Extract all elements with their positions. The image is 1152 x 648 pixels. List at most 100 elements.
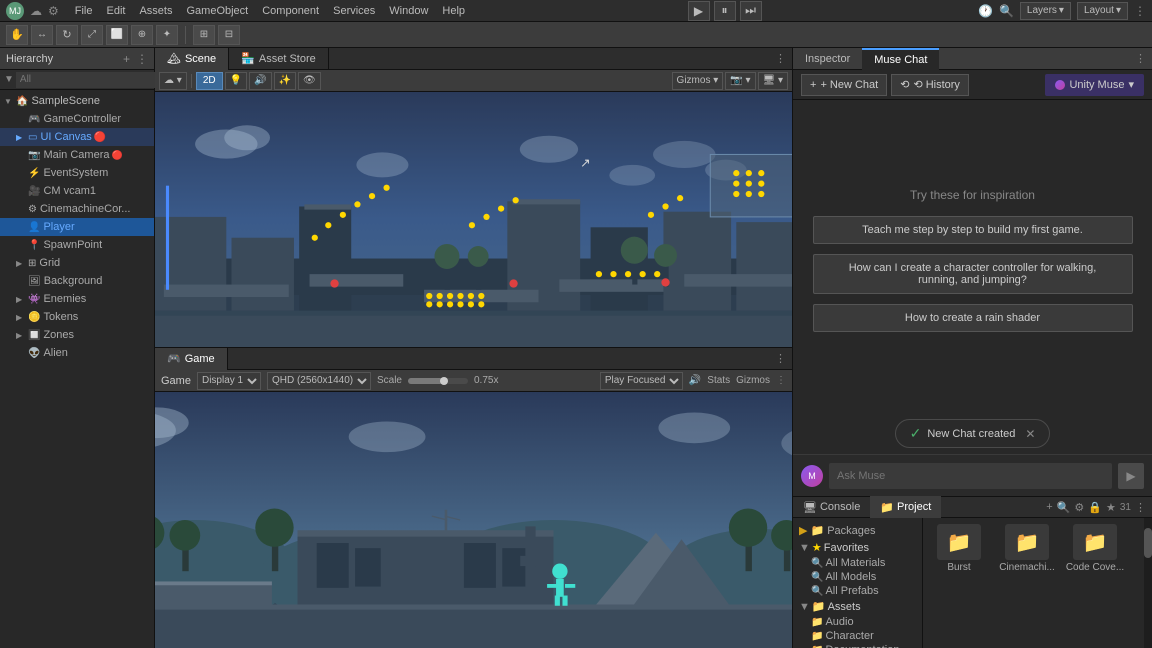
unity-muse-button[interactable]: Unity Muse ▾: [1045, 74, 1144, 96]
suggestion-3-button[interactable]: How to create a rain shader: [813, 304, 1133, 332]
search-icon[interactable]: 🔍: [999, 4, 1014, 18]
play-button[interactable]: ▶: [688, 1, 710, 21]
layout-dropdown[interactable]: Layout▾: [1077, 2, 1128, 20]
menu-item-component[interactable]: Component: [256, 5, 325, 17]
tree-item-zones[interactable]: ▶ 🔲 Zones: [0, 326, 154, 344]
tree-item-samplescene[interactable]: ▼ 🏠 SampleScene: [0, 92, 154, 110]
console-star-icon[interactable]: ★: [1106, 501, 1116, 514]
grid-tool[interactable]: ⊟: [218, 25, 240, 45]
stats-btn[interactable]: Stats: [707, 375, 730, 386]
tab-scene[interactable]: 🏔 Scene: [155, 48, 229, 70]
console-search-icon[interactable]: 🔍: [1057, 501, 1071, 514]
tree-item-cinemachine[interactable]: ⚙ CinemachineCor...: [0, 200, 154, 218]
game-more-icon[interactable]: ⋮: [775, 353, 786, 365]
tab-inspector[interactable]: Inspector: [793, 48, 862, 70]
scene-aspect-btn[interactable]: 🖥 ▾: [758, 72, 789, 90]
tree-item-spawnpoint[interactable]: 📍 SpawnPoint: [0, 236, 154, 254]
menu-item-file[interactable]: File: [69, 5, 99, 17]
tree-item-player[interactable]: 👤 Player: [0, 218, 154, 236]
menu-item-edit[interactable]: Edit: [101, 5, 132, 17]
menu-item-assets[interactable]: Assets: [133, 5, 178, 17]
play-mode-select[interactable]: Play Focused: [600, 372, 683, 390]
hierarchy-more-icon[interactable]: ⋮: [136, 52, 148, 66]
scene-sky-btn[interactable]: ☁ ▾: [159, 72, 187, 90]
asset-item-codecoverage[interactable]: 📁 Code Cove...: [1065, 524, 1125, 573]
step-button[interactable]: ⏭: [740, 1, 762, 21]
scene-hidden-btn[interactable]: 👁: [298, 72, 321, 90]
asset-item-cinemachine[interactable]: 📁 Cinemachi...: [997, 524, 1057, 573]
scene-effects-btn[interactable]: ✨: [274, 72, 296, 90]
scale-tool[interactable]: ⤢: [81, 25, 103, 45]
console-add-icon[interactable]: +: [1046, 501, 1052, 513]
menu-item-window[interactable]: Window: [383, 5, 434, 17]
scene-gizmos-btn[interactable]: Gizmos ▾: [672, 72, 724, 90]
right-panel-more-icon[interactable]: ⋮: [1135, 53, 1146, 65]
pause-button[interactable]: ⏸: [714, 1, 736, 21]
chat-input[interactable]: [829, 463, 1112, 489]
console-more-icon[interactable]: ⋮: [1135, 501, 1146, 514]
avatar[interactable]: MJ: [6, 2, 24, 20]
project-scrollbar[interactable]: [1144, 518, 1152, 648]
move-tool[interactable]: ↔: [31, 25, 53, 45]
scene-light-btn[interactable]: 💡: [225, 72, 247, 90]
scene-viewport[interactable]: ↗: [155, 92, 792, 347]
2d-btn[interactable]: 2D: [196, 72, 223, 90]
hierarchy-add-icon[interactable]: +: [123, 52, 130, 66]
rect-tool[interactable]: ⬜: [106, 25, 128, 45]
toast-close-icon[interactable]: ✕: [1025, 427, 1035, 441]
scene-audio-btn[interactable]: 🔊: [249, 72, 271, 90]
tree-item-tokens[interactable]: ▶ 🪙 Tokens: [0, 308, 154, 326]
settings-icon[interactable]: ⚙: [48, 4, 59, 18]
tab-asset-store[interactable]: 🏪 Asset Store: [229, 48, 329, 70]
tab-game[interactable]: 🎮 Game: [155, 348, 228, 370]
tree-item-eventsystem[interactable]: ⚡ EventSystem: [0, 164, 154, 182]
layers-dropdown[interactable]: Layers▾: [1020, 2, 1071, 20]
transform-tool[interactable]: ⊕: [131, 25, 153, 45]
snap-tool[interactable]: ⊞: [193, 25, 215, 45]
asset-character[interactable]: 📁 Character: [795, 629, 920, 643]
menu-item-help[interactable]: Help: [436, 5, 471, 17]
mute-icon[interactable]: 🔊: [689, 375, 701, 386]
hierarchy-search-input[interactable]: [16, 72, 156, 88]
hand-tool[interactable]: ✋: [6, 25, 28, 45]
console-lock-icon[interactable]: 🔒: [1088, 501, 1102, 514]
fav-all-models[interactable]: 🔍 All Models: [795, 570, 920, 584]
tree-item-cmvcam1[interactable]: 🎥 CM vcam1: [0, 182, 154, 200]
tab-muse-chat[interactable]: Muse Chat: [862, 48, 939, 70]
menu-item-gameobject[interactable]: GameObject: [180, 5, 254, 17]
tree-item-gamecontroller[interactable]: 🎮 GameController: [0, 110, 154, 128]
rotate-tool[interactable]: ↻: [56, 25, 78, 45]
asset-documentation[interactable]: 📁 Documentation: [795, 643, 920, 648]
suggestion-2-button[interactable]: How can I create a character controller …: [813, 254, 1133, 294]
asset-item-burst[interactable]: 📁 Burst: [929, 524, 989, 573]
tree-item-maincamera[interactable]: 📷 Main Camera 🔴: [0, 146, 154, 164]
asset-audio[interactable]: 📁 Audio: [795, 615, 920, 629]
send-button[interactable]: ▶: [1118, 463, 1144, 489]
tree-item-uicanvas[interactable]: ▶ ▭ UI Canvas 🔴: [0, 128, 154, 146]
fav-all-materials[interactable]: 🔍 All Materials: [795, 556, 920, 570]
tree-item-grid[interactable]: ▶ ⊞ Grid: [0, 254, 154, 272]
history-button[interactable]: ⟲ ⟲ History: [891, 74, 969, 96]
tree-item-enemies[interactable]: ▶ 👾 Enemies: [0, 290, 154, 308]
scene-camera-btn[interactable]: 📷 ▾: [725, 72, 755, 90]
suggestion-1-button[interactable]: Teach me step by step to build my first …: [813, 216, 1133, 244]
game-viewport[interactable]: [155, 392, 792, 648]
menu-item-services[interactable]: Services: [327, 5, 381, 17]
more-icon[interactable]: ⋮: [1134, 4, 1146, 18]
game-more2-icon[interactable]: ⋮: [776, 375, 786, 386]
fav-all-prefabs[interactable]: 🔍 All Prefabs: [795, 584, 920, 598]
tab-project[interactable]: 📁 Project: [870, 496, 941, 518]
tab-console[interactable]: 🖥 Console: [793, 496, 870, 518]
new-chat-button[interactable]: + + New Chat: [801, 74, 887, 96]
history-icon[interactable]: 🕐: [978, 4, 993, 18]
tree-item-alien[interactable]: 👽 Alien: [0, 344, 154, 362]
resolution-select[interactable]: QHD (2560x1440): [267, 372, 371, 390]
packages-item[interactable]: ▶ 📁 Packages: [795, 522, 920, 539]
custom-tool[interactable]: ✦: [156, 25, 178, 45]
cloud-icon[interactable]: ☁: [30, 4, 42, 18]
console-settings-icon[interactable]: ⚙: [1074, 501, 1084, 514]
display-select[interactable]: Display 1: [197, 372, 261, 390]
tree-item-background[interactable]: 🖼 Background: [0, 272, 154, 290]
scene-more-icon[interactable]: ⋮: [775, 53, 786, 65]
gizmos-btn[interactable]: Gizmos: [736, 375, 770, 386]
